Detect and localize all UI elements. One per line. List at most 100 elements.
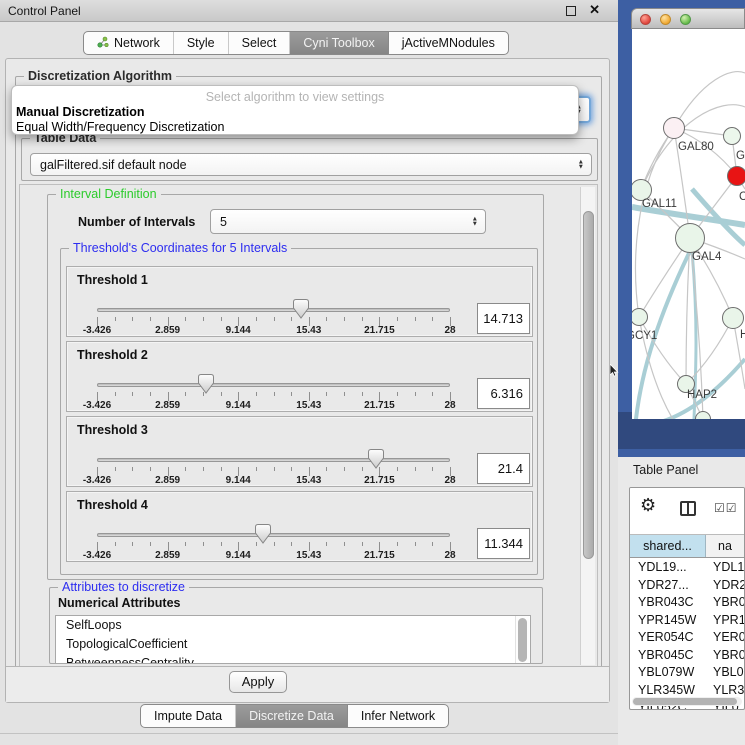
tab-style[interactable]: Style (174, 32, 229, 54)
table-rows: YDL19...YDL1YDR27...YDR2YBR043CYBR0YPR14… (630, 559, 745, 710)
table-data-combobox-value: galFiltered.sif default node (40, 158, 187, 172)
discretization-algorithm-group-title: Discretization Algorithm (24, 69, 176, 83)
threshold-1-value-field[interactable]: 14.713 (477, 303, 530, 334)
zoom-traffic-light-icon[interactable] (680, 14, 691, 25)
columns-icon[interactable] (680, 501, 696, 516)
network-canvas[interactable]: GAL80GCGAL11GAL4GCY1HHAP2 (632, 29, 745, 419)
bottom-tab-bar: Impute Data Discretize Data Infer Networ… (140, 704, 449, 728)
network-view-window: GAL80GCGAL11GAL4GCY1HHAP2 (631, 8, 745, 412)
threshold-3-panel: Threshold 3 -3.4262.8599.14415.4321.7152… (66, 416, 533, 487)
network-tab-icon (97, 36, 109, 51)
tab-select[interactable]: Select (229, 32, 291, 54)
algorithm-dropdown-popup: Select algorithm to view settings Manual… (11, 85, 579, 135)
network-node[interactable] (727, 166, 745, 186)
tab-discretize-data[interactable]: Discretize Data (236, 705, 348, 727)
threshold-4-slider-thumb[interactable] (255, 524, 271, 544)
float-window-icon[interactable] (566, 6, 576, 16)
numerical-attributes-list[interactable]: SelfLoopsTopologicalCoefficientBetweenne… (55, 615, 531, 664)
threshold-1-panel: Threshold 1 -3.4262.8599.14415.4321.7152… (66, 266, 533, 337)
combo-arrows-icon: ▲▼ (472, 216, 478, 227)
threshold-4-panel: Threshold 4 -3.4262.8599.14415.4321.7152… (66, 491, 533, 562)
apply-button[interactable]: Apply (229, 671, 287, 693)
table-row[interactable]: YER054CYER0 (630, 629, 745, 647)
threshold-2-slider-thumb[interactable] (198, 374, 214, 394)
horizontal-scrollbar[interactable] (632, 697, 742, 706)
control-panel-titlebar: Control Panel ✕ (0, 0, 620, 22)
menu-item-manual-discretization[interactable]: Manual Discretization (16, 105, 145, 119)
desktop-background: GAL80GCGAL11GAL4GCY1HHAP2 (618, 0, 745, 457)
close-icon[interactable]: ✕ (589, 2, 600, 18)
control-panel: Control Panel ✕ Network Style Select Cyn… (0, 0, 620, 745)
close-traffic-light-icon[interactable] (640, 14, 651, 25)
combo-arrows-icon: ▲▼ (578, 159, 584, 170)
attribute-list-item[interactable]: TopologicalCoefficient (56, 635, 530, 654)
panel-title: Control Panel (8, 4, 81, 18)
threshold-4-value-field[interactable]: 11.344 (477, 528, 530, 559)
table-panel: Table Panel ⚙ ☑☑ shared... na YDL19...YD… (618, 457, 745, 745)
attributes-group: Attributes to discretize Numerical Attri… (49, 587, 543, 664)
tab-cyni-toolbox[interactable]: Cyni Toolbox (290, 32, 388, 54)
thresholds-group-title: Threshold's Coordinates for 5 Intervals (69, 241, 291, 255)
attribute-list-item[interactable]: SelfLoops (56, 616, 530, 635)
network-node[interactable] (695, 411, 711, 419)
vertical-scrollbar-thumb[interactable] (583, 211, 594, 559)
thresholds-group: Threshold's Coordinates for 5 Intervals … (60, 248, 538, 575)
interval-definition-group: Interval Definition Number of Intervals … (47, 194, 544, 580)
attributes-scrollbar[interactable] (515, 616, 529, 663)
threshold-2-value-field[interactable]: 6.316 (477, 378, 530, 409)
number-of-intervals-label: Number of Intervals (78, 215, 195, 229)
checkbox-icons[interactable]: ☑☑ (714, 501, 738, 515)
algorithm-hint: Select algorithm to view settings (12, 90, 578, 104)
number-of-intervals-combobox[interactable]: 5 ▲▼ (210, 209, 486, 234)
network-node-label: C (739, 191, 745, 203)
panel-bottom-border (0, 733, 620, 734)
table-row[interactable]: YBL079WYBL0 (630, 664, 745, 682)
table-panel-title: Table Panel (633, 463, 698, 477)
network-node-label: G (736, 150, 745, 162)
tab-network-label: Network (114, 36, 160, 50)
gear-icon[interactable]: ⚙ (640, 495, 656, 516)
network-node-label: GAL80 (678, 141, 714, 153)
table-row[interactable]: YDR27...YDR2 (630, 577, 745, 595)
network-node-label: HAP2 (687, 389, 717, 401)
network-window-titlebar[interactable] (631, 8, 745, 29)
network-node-label: H (740, 329, 745, 341)
table-data-combobox[interactable]: galFiltered.sif default node ▲▼ (30, 153, 592, 176)
network-node-label: GAL11 (642, 198, 677, 210)
threshold-3-value-field[interactable]: 21.4 (477, 453, 530, 484)
column-header-shared-name[interactable]: shared... (630, 535, 706, 557)
slider-ticks: -3.4262.8599.14415.4321.71528 (67, 492, 532, 561)
column-header-name[interactable]: na (706, 535, 745, 557)
tab-jactivemnodules[interactable]: jActiveMNodules (389, 32, 508, 54)
table-row[interactable]: YBR045CYBR0 (630, 647, 745, 665)
threshold-2-panel: Threshold 2 -3.4262.8599.14415.4321.7152… (66, 341, 533, 412)
numerical-attributes-heading: Numerical Attributes (58, 596, 180, 610)
tab-infer-network[interactable]: Infer Network (348, 705, 448, 727)
top-tab-bar: Network Style Select Cyni Toolbox jActiv… (83, 31, 509, 55)
attribute-items: SelfLoopsTopologicalCoefficientBetweenne… (56, 616, 530, 664)
node-table-widget: ⚙ ☑☑ shared... na YDL19...YDL1YDR27...YD… (629, 487, 745, 710)
cyni-toolbox-content: Discretization Algorithm ▲▼ Select algor… (5, 58, 610, 703)
apply-bar: Apply (6, 666, 609, 702)
network-nodes-layer: GAL80GCGAL11GAL4GCY1HHAP2 (632, 29, 745, 419)
network-node[interactable] (722, 307, 744, 329)
minimize-traffic-light-icon[interactable] (660, 14, 671, 25)
network-node[interactable] (663, 117, 685, 139)
table-row[interactable]: YPR145WYPR1 (630, 612, 745, 630)
tab-impute-data[interactable]: Impute Data (141, 705, 236, 727)
network-node[interactable] (632, 308, 648, 326)
table-row[interactable]: YBR043CYBR0 (630, 594, 745, 612)
threshold-1-slider-thumb[interactable] (293, 299, 309, 319)
attribute-list-item[interactable]: BetweennessCentrality (56, 654, 530, 664)
attributes-group-title: Attributes to discretize (58, 580, 189, 594)
tab-network[interactable]: Network (84, 32, 174, 54)
table-row[interactable]: YDL19...YDL1 (630, 559, 745, 577)
network-node[interactable] (675, 223, 705, 253)
vertical-scrollbar[interactable] (580, 187, 595, 665)
network-node-label: GCY1 (632, 330, 657, 342)
horizontal-scrollbar-thumb[interactable] (633, 698, 737, 705)
interval-definition-group-title: Interval Definition (56, 187, 161, 201)
threshold-3-slider-thumb[interactable] (368, 449, 384, 469)
network-node[interactable] (723, 127, 741, 145)
menu-item-equal-width-frequency[interactable]: Equal Width/Frequency Discretization (16, 120, 224, 134)
